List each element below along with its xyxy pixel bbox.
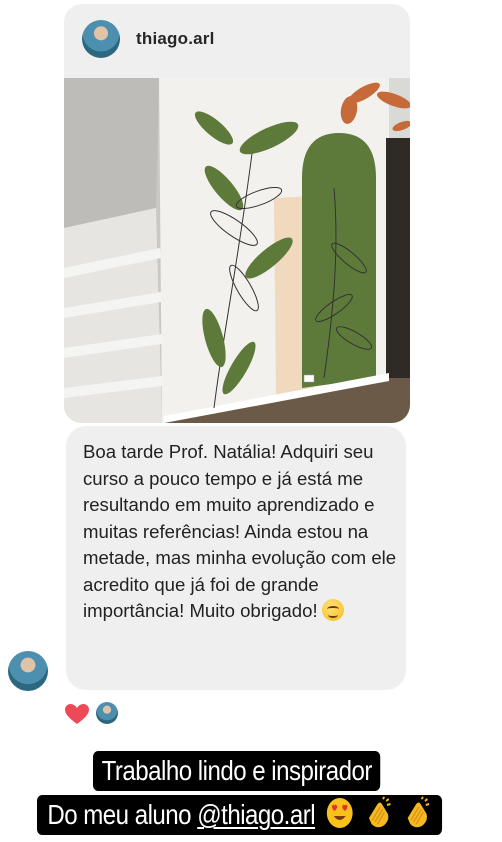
caption-prefix: Do meu aluno bbox=[47, 799, 198, 830]
heart-icon[interactable] bbox=[64, 703, 90, 725]
story-caption-line-2: Do meu aluno @thiago.arl bbox=[37, 795, 442, 835]
clapping-hands-icon bbox=[407, 796, 430, 828]
mural-photo-image bbox=[64, 78, 410, 423]
reactor-avatar[interactable] bbox=[96, 702, 118, 724]
smiling-face-icon bbox=[321, 599, 344, 621]
sender-avatar[interactable] bbox=[8, 651, 48, 691]
message-bubble[interactable]: Boa tarde Prof. Natália! Adquiri seu cur… bbox=[66, 426, 406, 690]
shared-post-card[interactable]: thiago.arl bbox=[64, 4, 410, 423]
message-text: Boa tarde Prof. Natália! Adquiri seu cur… bbox=[83, 441, 397, 621]
heart-eyes-icon bbox=[326, 798, 353, 828]
shared-post-photo[interactable] bbox=[64, 78, 410, 423]
shared-post-header[interactable]: thiago.arl bbox=[64, 4, 410, 78]
shared-post-avatar[interactable] bbox=[82, 20, 120, 58]
clapping-hands-icon bbox=[368, 796, 391, 828]
shared-post-username[interactable]: thiago.arl bbox=[136, 29, 215, 49]
caption-mention-link[interactable]: @thiago.arl bbox=[197, 799, 315, 830]
message-text-container: Boa tarde Prof. Natália! Adquiri seu cur… bbox=[83, 439, 398, 625]
story-caption-line-1: Trabalho lindo e inspirador bbox=[93, 751, 381, 791]
